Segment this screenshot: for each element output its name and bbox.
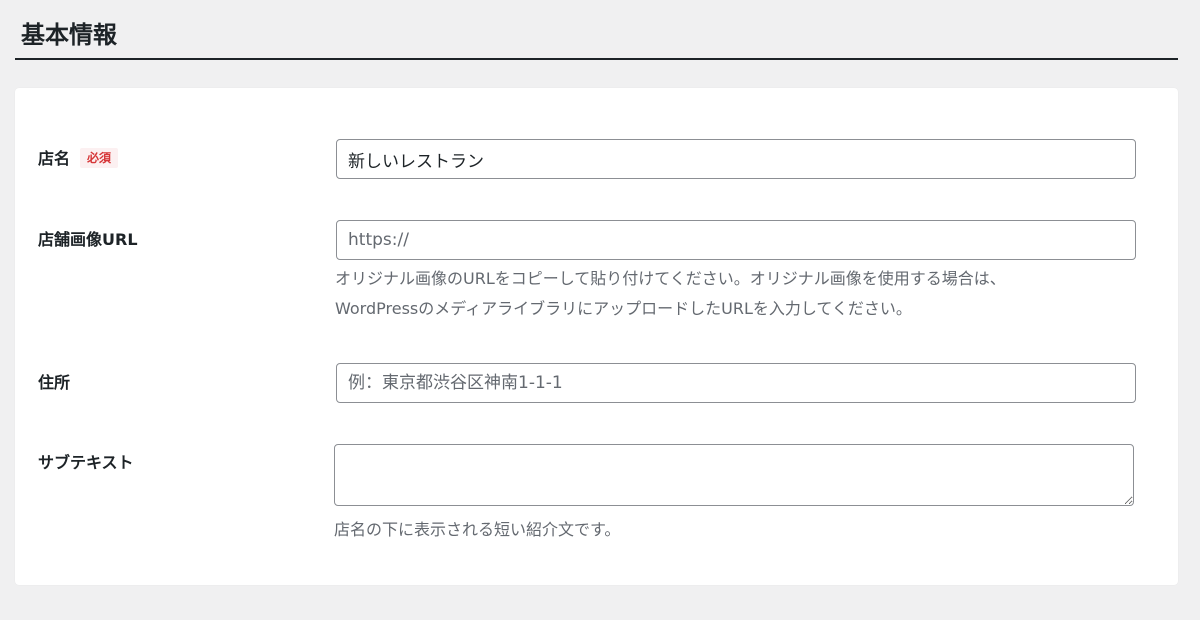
subtext-help: 店名の下に表示される短い紹介文です。 bbox=[334, 520, 621, 539]
shop-name-input[interactable] bbox=[336, 139, 1136, 179]
shop-name-label: 店名 bbox=[38, 149, 71, 168]
shop-name-label-group: 店名 必須 bbox=[38, 148, 119, 170]
shop-image-url-help-line1: オリジナル画像のURLをコピーして貼り付けてください。オリジナル画像を使用する場… bbox=[335, 269, 1006, 288]
address-label: 住所 bbox=[38, 373, 71, 392]
address-input[interactable] bbox=[336, 363, 1136, 403]
section-header: 基本情報 bbox=[15, 0, 1178, 60]
required-badge: 必須 bbox=[80, 148, 119, 168]
subtext-label: サブテキスト bbox=[38, 453, 134, 472]
shop-image-url-label: 店舗画像URL bbox=[38, 230, 138, 249]
section-title: 基本情報 bbox=[21, 21, 117, 49]
shop-image-url-help: オリジナル画像のURLをコピーして貼り付けてください。オリジナル画像を使用する場… bbox=[335, 264, 1145, 324]
shop-image-url-input[interactable] bbox=[336, 220, 1136, 260]
shop-image-url-help-line2: WordPressのメディアライブラリにアップロードしたURLを入力してください… bbox=[335, 299, 912, 318]
subtext-textarea[interactable] bbox=[334, 444, 1134, 506]
basic-info-card: 店名必須 店舗画像URL オリジナル画像のURLをコピーして貼り付けてください。… bbox=[15, 88, 1178, 585]
